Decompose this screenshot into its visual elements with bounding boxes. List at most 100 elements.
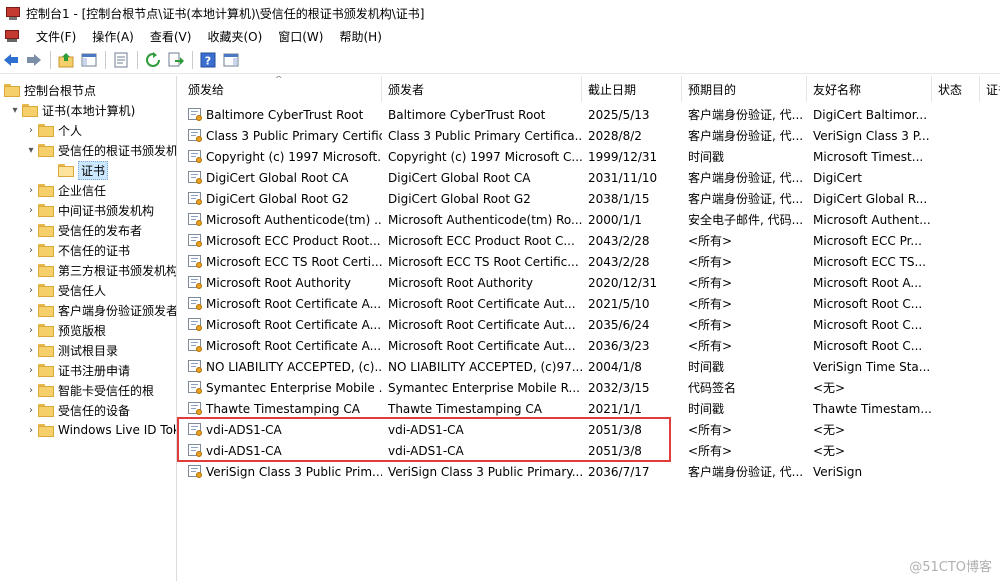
- tree-item[interactable]: › 个人: [24, 120, 82, 140]
- table-row[interactable]: Microsoft Root Authority Microsoft Root A…: [178, 272, 1000, 293]
- toolbar: ?: [0, 47, 1000, 74]
- tree-item[interactable]: › 预览版根: [24, 320, 106, 340]
- expand-chevron-icon[interactable]: ›: [24, 203, 38, 217]
- tree-item[interactable]: › 客户端身份验证颁发者: [24, 300, 176, 320]
- menu-favorites[interactable]: 收藏夹(O): [199, 28, 270, 45]
- tree-item[interactable]: › 智能卡受信任的根: [24, 380, 154, 400]
- cell-text: Microsoft Root Certificate A...: [206, 296, 382, 311]
- table-row[interactable]: Microsoft Root Certificate A... Microsoft…: [178, 314, 1000, 335]
- table-row[interactable]: VeriSign Class 3 Public Prim... VeriSign …: [178, 461, 1000, 482]
- tree-item[interactable]: › 企业信任: [24, 180, 106, 200]
- refresh-icon: [146, 52, 160, 67]
- certificate-store-icon: [22, 103, 38, 117]
- table-row[interactable]: Thawte Timestamping CA Thawte Timestampin…: [178, 398, 1000, 419]
- show-hide-tree-button[interactable]: [78, 49, 100, 71]
- expand-chevron-icon[interactable]: ›: [24, 123, 38, 137]
- expand-chevron-icon[interactable]: ›: [24, 403, 38, 417]
- export-list-button[interactable]: [165, 49, 187, 71]
- tree-item[interactable]: › 不信任的证书: [24, 240, 130, 260]
- table-row[interactable]: vdi-ADS1-CA vdi-ADS1-CA 2051/3/8 <所有> <无>: [178, 419, 1000, 440]
- column-header-certificate-template[interactable]: 证书模板: [980, 76, 1000, 102]
- table-row[interactable]: Microsoft Authenticode(tm) ... Microsoft …: [178, 209, 1000, 230]
- menu-window[interactable]: 窗口(W): [270, 28, 331, 45]
- show-hide-action-pane-button[interactable]: [220, 49, 242, 71]
- console-menu-icon[interactable]: [4, 28, 20, 44]
- tree-item[interactable]: › 中间证书颁发机构: [24, 200, 154, 220]
- table-row[interactable]: Microsoft Root Certificate A... Microsoft…: [178, 335, 1000, 356]
- forward-button[interactable]: [23, 49, 45, 71]
- table-row[interactable]: Symantec Enterprise Mobile ... Symantec E…: [178, 377, 1000, 398]
- cell-issued-to: Microsoft Root Certificate A...: [182, 314, 382, 335]
- expand-chevron-icon[interactable]: ›: [24, 323, 38, 337]
- expand-chevron-icon[interactable]: ›: [24, 383, 38, 397]
- console-tree: 控制台根节点 ▾ 证书(本地计算机) › 个人 ▾ 受信任的根证书颁发机构 证书 › 企业信任 › 中…: [0, 76, 177, 581]
- expand-chevron-icon[interactable]: ›: [24, 283, 38, 297]
- collapse-chevron-icon[interactable]: ▾: [24, 143, 38, 157]
- tree-item[interactable]: › 受信任的设备: [24, 400, 130, 420]
- column-header-status[interactable]: 状态: [932, 76, 980, 102]
- folder-icon: [38, 203, 54, 217]
- table-row[interactable]: Copyright (c) 1997 Microsoft... Copyright…: [178, 146, 1000, 167]
- cell-issued-to: Microsoft Root Certificate A...: [182, 335, 382, 356]
- tree-item[interactable]: › 测试根目录: [24, 340, 118, 360]
- expand-chevron-icon[interactable]: ›: [24, 243, 38, 257]
- tree-item[interactable]: ▾ 证书(本地计算机): [8, 100, 135, 120]
- table-row[interactable]: Microsoft ECC TS Root Certi... Microsoft …: [178, 251, 1000, 272]
- cell-issued-by: Microsoft Authenticode(tm) Ro...: [388, 212, 582, 227]
- expand-chevron-icon[interactable]: ›: [24, 423, 38, 437]
- table-row[interactable]: NO LIABILITY ACCEPTED, (c)... NO LIABILIT…: [178, 356, 1000, 377]
- table-row[interactable]: Class 3 Public Primary Certific... Class …: [178, 125, 1000, 146]
- expand-chevron-icon[interactable]: ›: [24, 223, 38, 237]
- tree-item-label: 预览版根: [58, 323, 107, 338]
- tree-item[interactable]: › 证书注册申请: [24, 360, 130, 380]
- cell-text: VeriSign Class 3 Public Prim...: [206, 464, 382, 479]
- tree-item[interactable]: ▾ 受信任的根证书颁发机构: [24, 140, 176, 160]
- table-row[interactable]: vdi-ADS1-CA vdi-ADS1-CA 2051/3/8 <所有> <无>: [178, 440, 1000, 461]
- cell-intended-purposes: <所有>: [688, 276, 733, 290]
- cell-intended-purposes: <所有>: [688, 297, 733, 311]
- menu-file[interactable]: 文件(F): [28, 28, 84, 45]
- folder-icon: [38, 303, 54, 317]
- menu-help[interactable]: 帮助(H): [331, 28, 389, 45]
- expand-chevron-icon[interactable]: ›: [24, 363, 38, 377]
- cell-friendly-name: <无>: [813, 381, 846, 395]
- back-button[interactable]: [0, 49, 22, 71]
- tree-item[interactable]: › Windows Live ID Token Issuer: [24, 420, 176, 440]
- tree-item-label: 个人: [58, 123, 83, 138]
- tree-item-label: Windows Live ID Token Issuer: [58, 423, 176, 437]
- cell-issued-to: DigiCert Global Root G2: [182, 188, 382, 209]
- cell-issued-to: Microsoft Authenticode(tm) ...: [182, 209, 382, 230]
- expand-chevron-icon[interactable]: ›: [24, 183, 38, 197]
- table-row[interactable]: Baltimore CyberTrust Root Baltimore Cyber…: [178, 104, 1000, 125]
- properties-button[interactable]: [110, 49, 132, 71]
- help-button[interactable]: ?: [197, 49, 219, 71]
- tree-item-label: 不信任的证书: [58, 243, 131, 258]
- tree-item[interactable]: 证书: [44, 160, 109, 180]
- menu-action[interactable]: 操作(A): [84, 28, 142, 45]
- expand-chevron-icon[interactable]: ›: [24, 303, 38, 317]
- cell-expiration-date: 2025/5/13: [588, 107, 650, 122]
- expand-chevron-icon[interactable]: ›: [24, 263, 38, 277]
- table-row[interactable]: Microsoft ECC Product Root... Microsoft E…: [178, 230, 1000, 251]
- column-header-intended-purposes[interactable]: 预期目的: [682, 76, 807, 102]
- cell-issued-to: vdi-ADS1-CA: [182, 440, 382, 461]
- tree-item[interactable]: 控制台根节点: [4, 80, 96, 100]
- tree-item[interactable]: › 受信任的发布者: [24, 220, 142, 240]
- table-row[interactable]: DigiCert Global Root G2 DigiCert Global R…: [178, 188, 1000, 209]
- table-row[interactable]: DigiCert Global Root CA DigiCert Global R…: [178, 167, 1000, 188]
- cell-intended-purposes: 客户端身份验证, 代...: [688, 171, 804, 185]
- table-row[interactable]: Microsoft Root Certificate A... Microsoft…: [178, 293, 1000, 314]
- toolbar-separator: [137, 51, 138, 69]
- collapse-chevron-icon[interactable]: ▾: [8, 103, 22, 117]
- column-header-friendly-name[interactable]: 友好名称: [807, 76, 932, 102]
- menu-view[interactable]: 查看(V): [142, 28, 200, 45]
- up-one-level-button[interactable]: [55, 49, 77, 71]
- column-header-issued-by[interactable]: 颁发者: [382, 76, 582, 102]
- cell-expiration-date: 2004/1/8: [588, 359, 642, 374]
- column-header-issued-to[interactable]: 颁发给: [182, 76, 382, 102]
- tree-item[interactable]: › 第三方根证书颁发机构: [24, 260, 176, 280]
- tree-item[interactable]: › 受信任人: [24, 280, 106, 300]
- refresh-button[interactable]: [142, 49, 164, 71]
- expand-chevron-icon[interactable]: ›: [24, 343, 38, 357]
- column-header-expiration-date[interactable]: 截止日期: [582, 76, 682, 102]
